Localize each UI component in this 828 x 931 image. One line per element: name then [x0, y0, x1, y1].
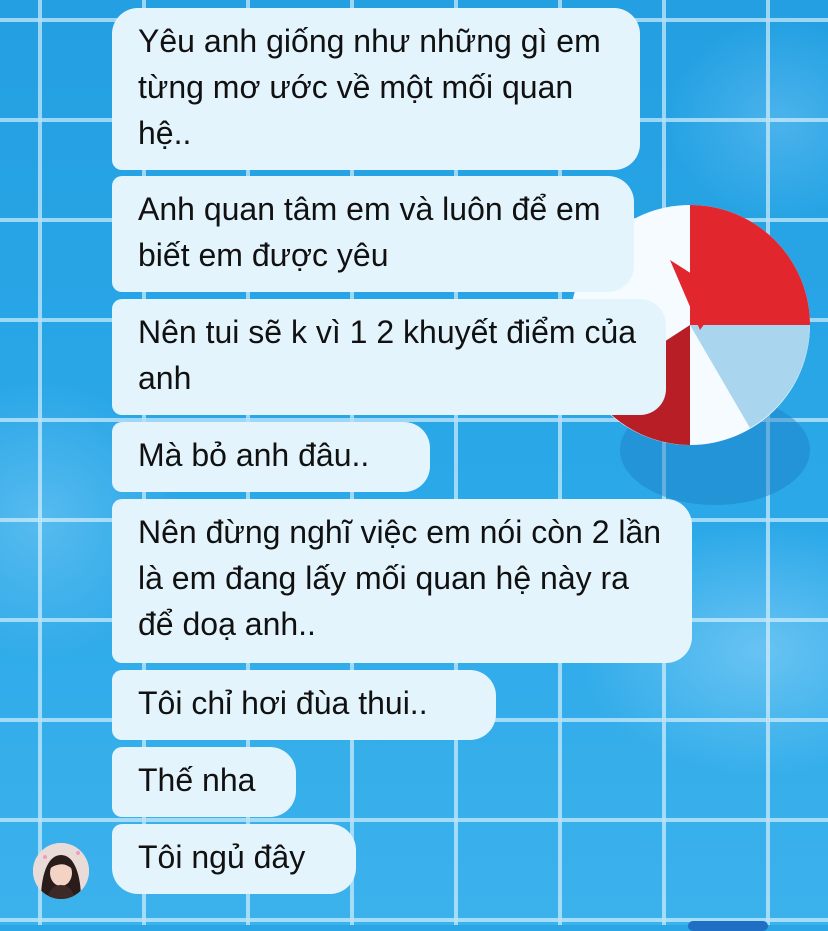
- message-bubble[interactable]: Anh quan tâm em và luôn để em biết em đư…: [112, 176, 634, 292]
- message-bubble[interactable]: Tôi ngủ đây: [112, 824, 356, 894]
- message-bubble[interactable]: Thế nha: [112, 747, 296, 817]
- message-bubble[interactable]: Tôi chỉ hơi đùa thui..: [112, 670, 496, 740]
- sender-avatar[interactable]: [33, 843, 89, 899]
- message-bubble[interactable]: Nên đừng nghĩ việc em nói còn 2 lần là e…: [112, 499, 692, 663]
- message-bubble[interactable]: Yêu anh giống như những gì em từng mơ ướ…: [112, 8, 640, 170]
- user-avatar-icon: [33, 843, 89, 899]
- message-list: Yêu anh giống như những gì em từng mơ ướ…: [112, 8, 828, 925]
- message-bubble[interactable]: Mà bỏ anh đâu..: [112, 422, 430, 492]
- message-bubble[interactable]: Nên tui sẽ k vì 1 2 khuyết điểm của anh: [112, 299, 666, 415]
- compose-bar-edge: [688, 921, 768, 931]
